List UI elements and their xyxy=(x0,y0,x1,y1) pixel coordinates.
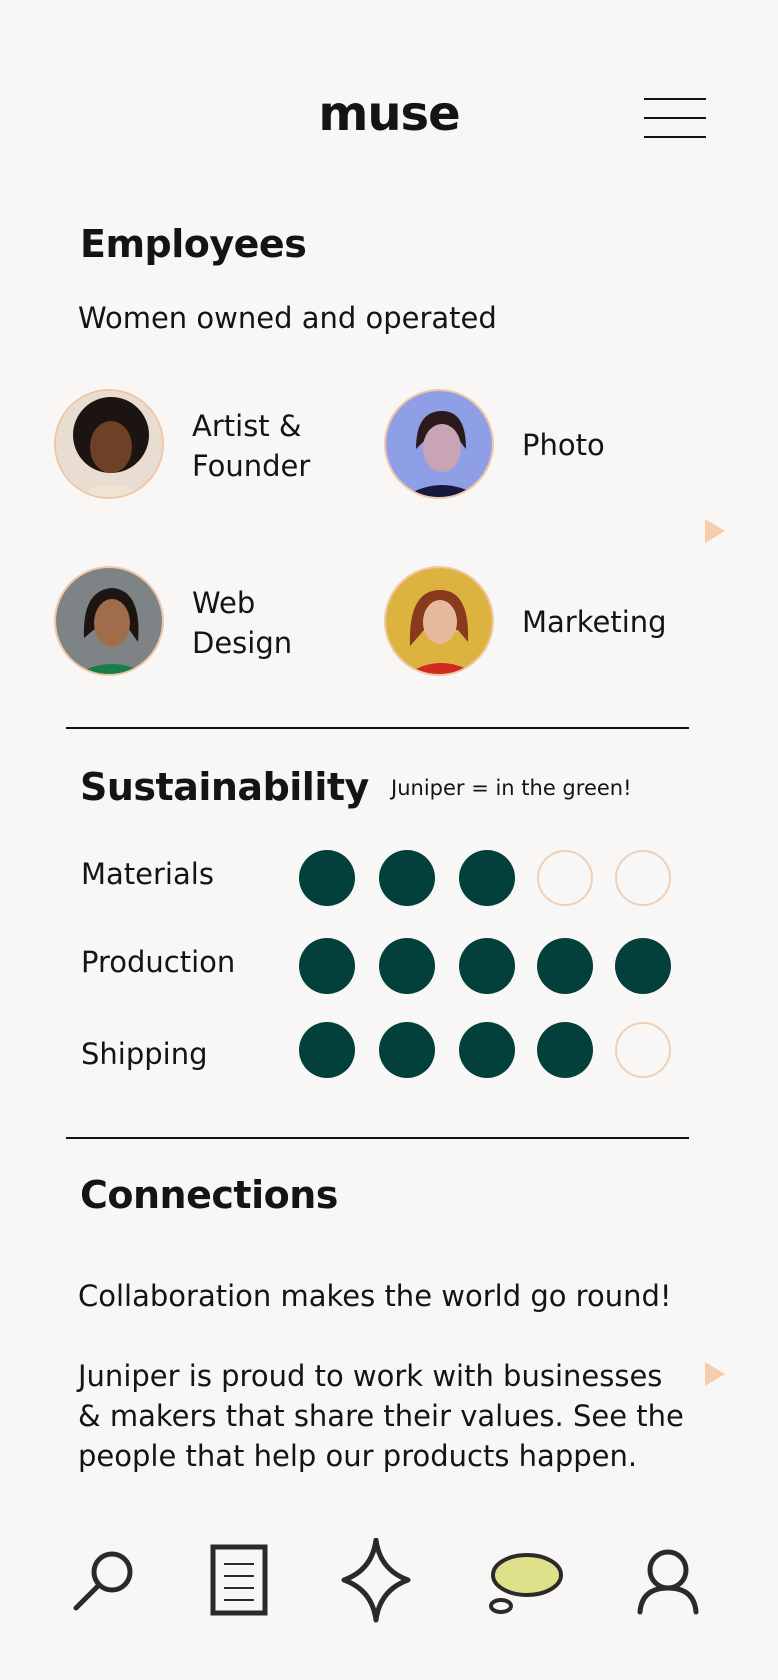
avatar xyxy=(384,389,494,499)
divider xyxy=(66,727,689,729)
connections-heading: Connections xyxy=(80,1173,338,1217)
rating-dot xyxy=(379,1022,435,1078)
employee-card[interactable]: Marketing xyxy=(384,566,704,678)
rating-dot xyxy=(459,1022,515,1078)
profile-icon[interactable] xyxy=(628,1538,708,1628)
rating-dot xyxy=(615,850,671,906)
employee-role: Photo xyxy=(522,428,605,462)
rating-dot xyxy=(459,850,515,906)
sustainability-heading: Sustainability xyxy=(80,765,369,809)
employee-card[interactable]: Artist & Founder xyxy=(54,389,354,501)
employee-card[interactable]: Photo xyxy=(384,389,684,501)
rating-dot xyxy=(615,1022,671,1078)
divider xyxy=(66,1137,689,1139)
rating-dot xyxy=(379,938,435,994)
employee-role: Design xyxy=(192,626,293,660)
arrow-right-icon[interactable] xyxy=(705,519,725,543)
employee-role: Artist & xyxy=(192,409,302,443)
document-icon[interactable] xyxy=(200,1538,280,1628)
connections-paragraph-line: & makers that share their values. See th… xyxy=(78,1399,684,1433)
rating-dot xyxy=(299,850,355,906)
sparkle-icon[interactable] xyxy=(336,1537,416,1628)
sustainability-note: Juniper = in the green! xyxy=(391,776,632,800)
search-icon[interactable] xyxy=(62,1538,142,1628)
connections-paragraph-line: Juniper is proud to work with businesses xyxy=(78,1359,663,1393)
rating-dot xyxy=(299,1022,355,1078)
avatar xyxy=(54,389,164,499)
connections-tagline: Collaboration makes the world go round! xyxy=(78,1279,672,1313)
rating-label-production: Production xyxy=(81,945,236,979)
employee-role: Web xyxy=(192,586,256,620)
rating-dot xyxy=(379,850,435,906)
rating-dot xyxy=(299,938,355,994)
employee-role: Marketing xyxy=(522,605,667,639)
arrow-right-icon[interactable] xyxy=(705,1362,725,1386)
employees-subtitle: Women owned and operated xyxy=(78,301,497,335)
employee-card[interactable]: Web Design xyxy=(54,566,354,678)
rating-dot xyxy=(537,938,593,994)
employee-role: Founder xyxy=(192,449,311,483)
connections-paragraph-line: people that help our products happen. xyxy=(78,1439,638,1473)
rating-dot xyxy=(537,850,593,906)
speech-bubble-icon[interactable] xyxy=(486,1538,576,1628)
rating-dot xyxy=(537,1022,593,1078)
rating-label-materials: Materials xyxy=(81,857,214,891)
rating-label-shipping: Shipping xyxy=(81,1037,208,1071)
avatar xyxy=(384,566,494,676)
employees-heading: Employees xyxy=(80,222,307,266)
rating-dot xyxy=(615,938,671,994)
hamburger-menu-icon[interactable] xyxy=(644,98,706,140)
avatar xyxy=(54,566,164,676)
rating-dot xyxy=(459,938,515,994)
